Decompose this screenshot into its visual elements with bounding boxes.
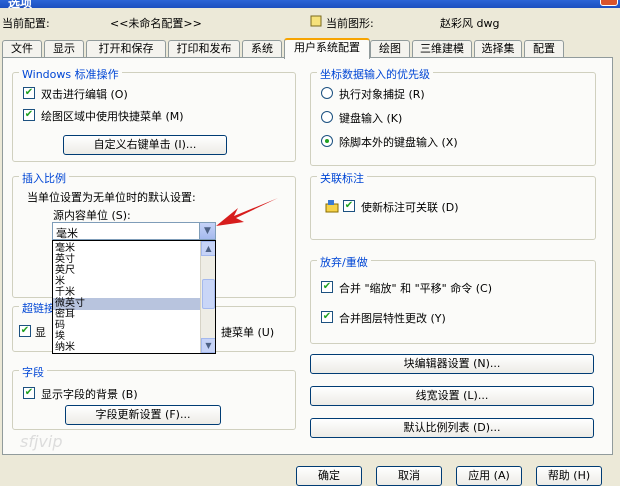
running-osnap-radio[interactable]: [321, 87, 333, 99]
windows-ops-title: Windows 标准操作: [19, 66, 122, 82]
combine-layer-changes-checkbox[interactable]: ✔: [321, 311, 333, 323]
watermark-text: sfjvip: [20, 432, 63, 451]
shortcut-menu-label: 绘图区域中使用快捷菜单 (M): [41, 110, 184, 123]
cancel-button[interactable]: 取消: [376, 466, 442, 486]
scroll-thumb[interactable]: [202, 279, 215, 309]
coord-priority-group: 坐标数据输入的优先级 执行对象捕捉 (R) 键盘输入 (K) 除脚本外的键盘输入…: [310, 66, 596, 166]
associative-dim-group: 关联标注 ✔ 使新标注可关联 (D): [310, 170, 596, 240]
source-units-combo[interactable]: 毫米 ▼: [52, 222, 216, 240]
tab-files[interactable]: 文件: [2, 40, 42, 58]
hyperlink-label-prefix: 显: [35, 326, 46, 339]
source-units-label: 源内容单位 (S):: [53, 209, 131, 222]
tab-3d-modeling[interactable]: 三维建模: [412, 40, 472, 58]
associative-dim-checkbox[interactable]: ✔: [343, 200, 355, 212]
combine-layer-changes-label: 合并图层特性更改 (Y): [339, 312, 446, 325]
fields-group: 字段 ✔ 显示字段的背景 (B) 字段更新设置 (F)...: [12, 364, 296, 430]
windows-ops-group: Windows 标准操作 ✔ 双击进行编辑 (O) ✔ 绘图区域中使用快捷菜单 …: [12, 66, 296, 162]
tab-system[interactable]: 系统: [242, 40, 282, 58]
keyboard-except-scripts-radio[interactable]: [321, 135, 333, 147]
drawing-label: 当前图形:: [326, 17, 374, 30]
tab-profiles[interactable]: 配置: [524, 40, 564, 58]
shortcut-menu-checkbox[interactable]: ✔: [23, 109, 35, 121]
profile-label: 当前配置:: [2, 17, 50, 30]
fields-title: 字段: [19, 364, 47, 380]
source-units-value: 毫米: [56, 227, 78, 240]
list-scrollbar[interactable]: ▲ ▼: [200, 241, 215, 353]
hyperlink-label-suffix: 捷菜单 (U): [221, 326, 275, 339]
field-background-checkbox[interactable]: ✔: [23, 387, 35, 399]
tab-plot-publish[interactable]: 打印和发布: [168, 40, 240, 58]
coord-priority-title: 坐标数据输入的优先级: [317, 66, 433, 82]
dimension-icon: [325, 199, 339, 216]
insert-scale-title: 插入比例: [19, 170, 69, 186]
tab-drafting[interactable]: 绘图: [370, 40, 410, 58]
apply-button[interactable]: 应用 (A): [456, 466, 522, 486]
tab-display[interactable]: 显示: [44, 40, 84, 58]
drawing-icon: [310, 15, 322, 30]
combine-zoom-pan-label: 合并 "缩放" 和 "平移" 命令 (C): [339, 282, 492, 295]
undo-redo-group: 放弃/重做 ✔ 合并 "缩放" 和 "平移" 命令 (C) ✔ 合并图层特性更改…: [310, 254, 596, 344]
hyperlink-cursor-checkbox[interactable]: ✔: [19, 325, 31, 337]
close-button[interactable]: [600, 0, 618, 6]
field-background-label: 显示字段的背景 (B): [41, 388, 138, 401]
help-button[interactable]: 帮助 (H): [536, 466, 602, 486]
double-click-edit-checkbox[interactable]: ✔: [23, 87, 35, 99]
scroll-down-icon[interactable]: ▼: [201, 338, 215, 353]
red-arrow-annotation: [216, 198, 278, 226]
source-units-dropdown-list[interactable]: 毫米 英寸 英尺 米 千米 微英寸 密耳 码 埃 纳米 ▲ ▼: [52, 240, 216, 354]
running-osnap-label: 执行对象捕捉 (R): [339, 88, 425, 101]
right-click-customize-button[interactable]: 自定义右键单击 (I)...: [63, 135, 227, 155]
ok-button[interactable]: 确定: [296, 466, 362, 486]
lineweight-settings-button[interactable]: 线宽设置 (L)...: [310, 386, 594, 406]
associative-dim-label: 使新标注可关联 (D): [361, 201, 459, 214]
insert-scale-description: 当单位设置为无单位时的默认设置:: [27, 191, 196, 204]
keyboard-entry-radio[interactable]: [321, 111, 333, 123]
tab-open-save[interactable]: 打开和保存: [86, 40, 166, 58]
title-bar: 选项: [0, 0, 620, 10]
block-editor-settings-button[interactable]: 块编辑器设置 (N)...: [310, 354, 594, 374]
keyboard-entry-label: 键盘输入 (K): [339, 112, 403, 125]
profile-value: <<未命名配置>>: [110, 17, 202, 30]
scroll-up-icon[interactable]: ▲: [201, 241, 215, 256]
keyboard-except-scripts-label: 除脚本外的键盘输入 (X): [339, 136, 458, 149]
double-click-edit-label: 双击进行编辑 (O): [41, 88, 128, 101]
undo-redo-title: 放弃/重做: [317, 254, 371, 270]
default-scale-list-button[interactable]: 默认比例列表 (D)...: [310, 418, 594, 438]
tab-bar: 文件 显示 打开和保存 打印和发布 系统 用户系统配置 绘图 三维建模 选择集 …: [0, 38, 620, 59]
info-bar: 当前配置: <<未命名配置>> 当前图形: 赵彩风 dwg: [0, 10, 620, 32]
list-item[interactable]: 纳米: [53, 342, 201, 353]
drawing-value: 赵彩风 dwg: [440, 17, 500, 30]
tab-selection[interactable]: 选择集: [474, 40, 522, 58]
combine-zoom-pan-checkbox[interactable]: ✔: [321, 281, 333, 293]
associative-dim-title: 关联标注: [317, 170, 367, 186]
tab-user-preferences[interactable]: 用户系统配置: [284, 38, 370, 59]
field-update-settings-button[interactable]: 字段更新设置 (F)...: [65, 405, 221, 425]
